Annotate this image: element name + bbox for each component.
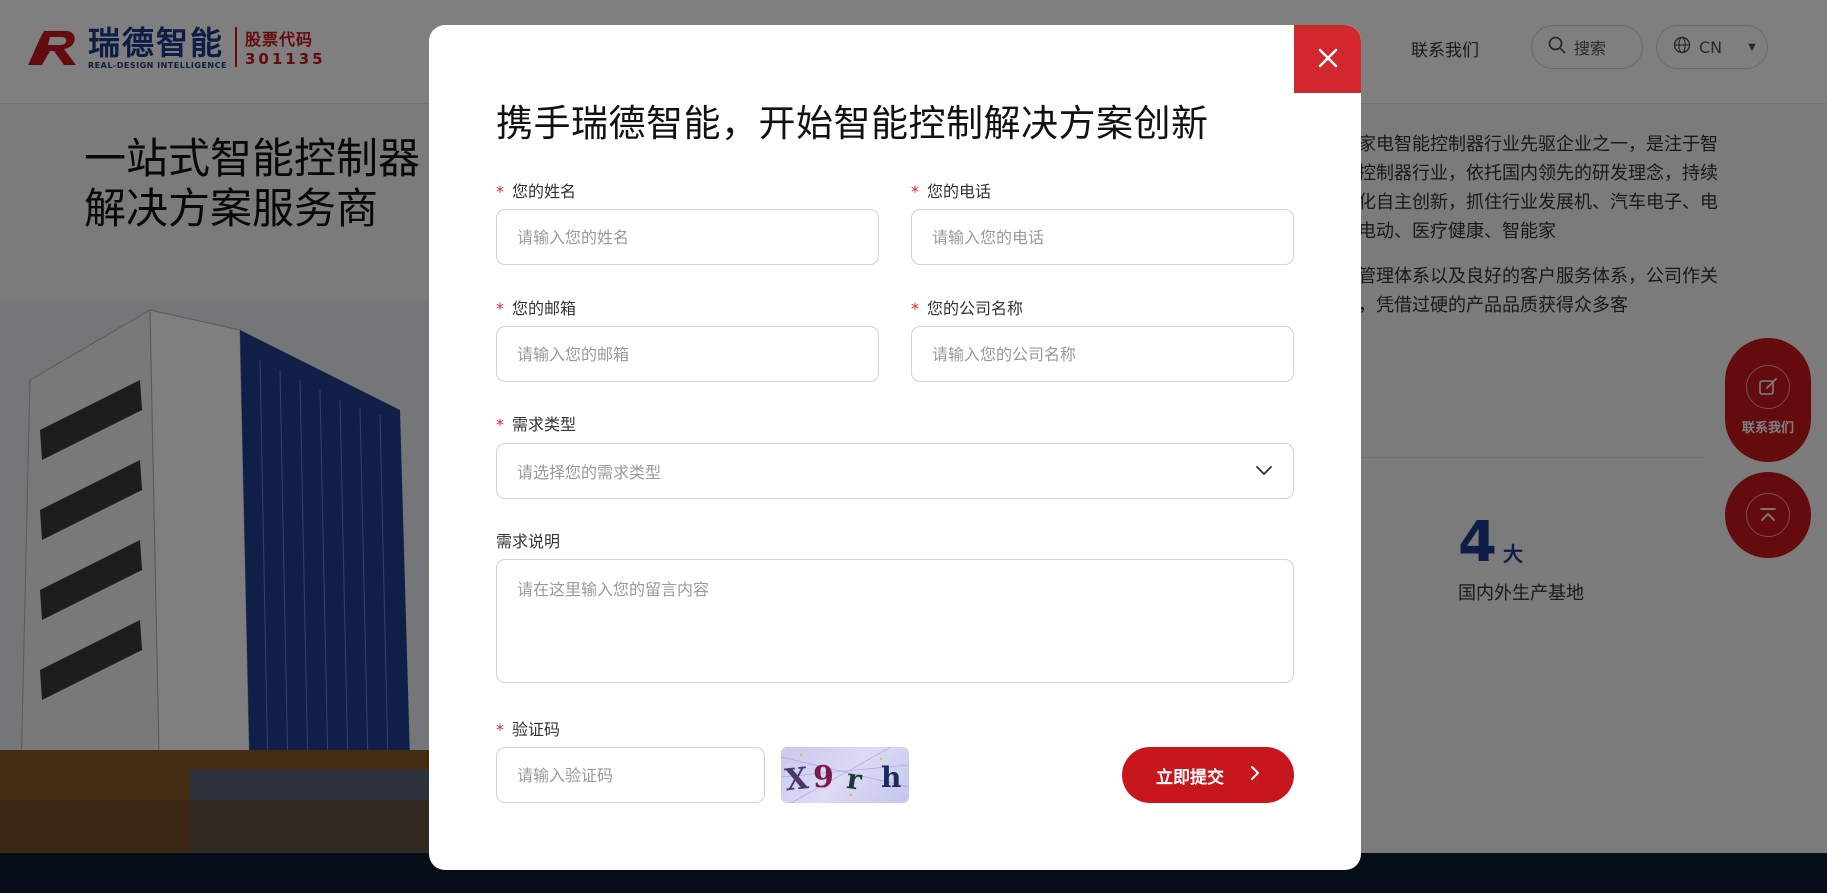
demand-desc-label: 需求说明 bbox=[496, 528, 560, 552]
close-button[interactable] bbox=[1294, 25, 1361, 93]
required-mark: * bbox=[496, 415, 504, 434]
demand-type-label: * 需求类型 bbox=[496, 411, 576, 435]
captcha-char-3: r bbox=[845, 762, 865, 797]
demand-desc-textarea[interactable] bbox=[496, 559, 1294, 683]
captcha-image[interactable]: X 9 r h bbox=[781, 747, 909, 803]
chevron-down-icon bbox=[1255, 462, 1273, 481]
name-label-text: 您的姓名 bbox=[512, 182, 577, 201]
email-label: * 您的邮箱 bbox=[496, 295, 576, 319]
chevron-right-icon bbox=[1250, 765, 1260, 786]
company-input[interactable] bbox=[911, 326, 1294, 382]
required-mark: * bbox=[496, 182, 504, 201]
submit-label: 立即提交 bbox=[1156, 767, 1224, 788]
contact-form-modal: 携手瑞德智能，开始智能控制解决方案创新 * 您的姓名 * 您的电话 * 您的邮箱 * 您… bbox=[429, 25, 1361, 870]
modal-title: 携手瑞德智能，开始智能控制解决方案创新 bbox=[496, 102, 1209, 145]
phone-input[interactable] bbox=[911, 209, 1294, 265]
close-icon bbox=[1317, 47, 1339, 72]
required-mark: * bbox=[911, 299, 919, 318]
submit-button[interactable]: 立即提交 bbox=[1122, 747, 1294, 803]
captcha-input[interactable] bbox=[496, 747, 765, 803]
phone-label: * 您的电话 bbox=[911, 178, 991, 202]
captcha-label: * 验证码 bbox=[496, 716, 560, 740]
demand-desc-label-text: 需求说明 bbox=[496, 532, 561, 551]
company-label-text: 您的公司名称 bbox=[927, 299, 1024, 318]
required-mark: * bbox=[911, 182, 919, 201]
required-mark: * bbox=[496, 720, 504, 739]
demand-type-placeholder: 请选择您的需求类型 bbox=[517, 463, 662, 482]
demand-type-label-text: 需求类型 bbox=[512, 415, 577, 434]
demand-type-select[interactable]: 请选择您的需求类型 bbox=[496, 443, 1294, 499]
name-input[interactable] bbox=[496, 209, 879, 265]
email-label-text: 您的邮箱 bbox=[512, 299, 577, 318]
captcha-char-1: X bbox=[783, 761, 811, 798]
required-mark: * bbox=[496, 299, 504, 318]
name-label: * 您的姓名 bbox=[496, 178, 576, 202]
email-input[interactable] bbox=[496, 326, 879, 382]
company-label: * 您的公司名称 bbox=[911, 295, 1023, 319]
captcha-label-text: 验证码 bbox=[512, 720, 561, 739]
captcha-char-2: 9 bbox=[813, 760, 834, 795]
captcha-char-4: h bbox=[881, 761, 901, 794]
phone-label-text: 您的电话 bbox=[927, 182, 992, 201]
